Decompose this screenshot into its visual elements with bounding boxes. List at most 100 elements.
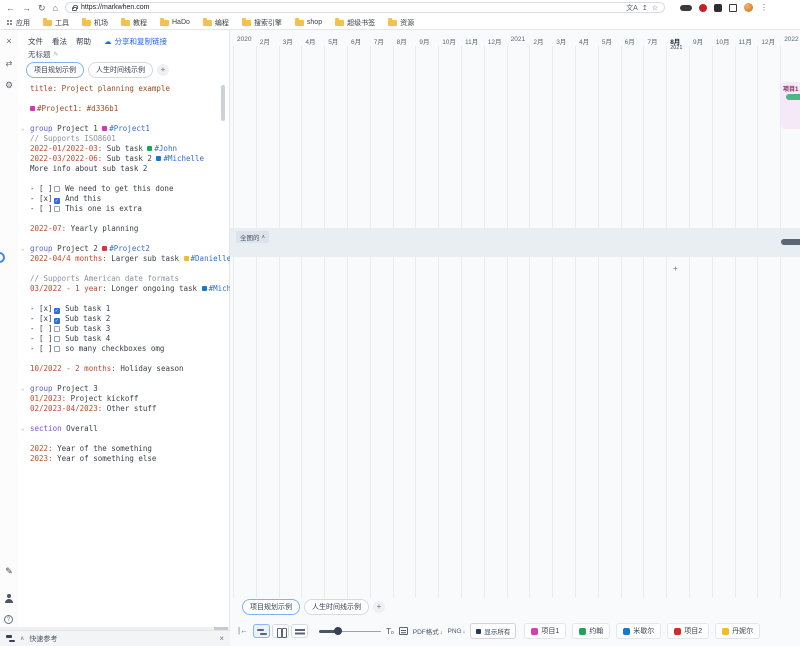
timeline-group-block[interactable]: 项目1 bbox=[781, 82, 800, 129]
bookmark-item[interactable]: shop bbox=[295, 19, 322, 26]
legend-chip[interactable]: 项目2 bbox=[667, 623, 709, 639]
pencil-icon[interactable]: ✎ bbox=[0, 566, 18, 577]
code-line[interactable] bbox=[30, 174, 219, 184]
url-text[interactable]: https://markwhen.com bbox=[81, 4, 622, 11]
back-icon[interactable]: ← bbox=[6, 3, 15, 13]
collapse-arrow-icon[interactable]: ⌄ bbox=[21, 124, 25, 134]
zoom-slider[interactable] bbox=[319, 624, 381, 638]
text-size-icon[interactable]: To bbox=[386, 627, 394, 636]
group-title-label[interactable]: 项目1 bbox=[783, 84, 798, 93]
view-columns-button[interactable] bbox=[272, 624, 289, 638]
bookmark-item[interactable]: 机场 bbox=[82, 18, 108, 28]
extension-icon-oval[interactable] bbox=[680, 5, 692, 11]
section-header-chip[interactable]: 全图的 ∧ bbox=[236, 231, 269, 243]
editor-vertical-scrollbar[interactable] bbox=[221, 85, 225, 121]
code-line[interactable]: 2022-04/4 months: Larger sub task #Danie… bbox=[30, 254, 219, 264]
code-line[interactable]: - [ ] We need to get this done bbox=[30, 184, 219, 194]
slider-thumb[interactable] bbox=[334, 627, 342, 635]
add-doc-tab-button[interactable]: + bbox=[157, 64, 169, 76]
code-line[interactable]: - [ ] Sub task 4 bbox=[30, 334, 219, 344]
image-export-icon[interactable] bbox=[399, 627, 408, 635]
checkbox-unchecked[interactable] bbox=[54, 336, 60, 342]
code-line[interactable]: - [ ] so many checkboxes omg bbox=[30, 344, 219, 354]
code-line[interactable]: ⌄group Project 2 #Project2 bbox=[30, 244, 219, 254]
legend-chip[interactable]: 项目1 bbox=[524, 623, 566, 639]
show-all-button[interactable]: 显示所有 bbox=[470, 623, 516, 639]
floating-help-bubble-icon[interactable] bbox=[0, 252, 5, 263]
share-page-icon[interactable]: ↥ bbox=[642, 4, 648, 12]
code-line[interactable] bbox=[30, 294, 219, 304]
code-line[interactable]: - [ ] Sub task 3 bbox=[30, 324, 219, 334]
legend-chip[interactable]: 约翰 bbox=[572, 623, 610, 639]
extension-icon-dark[interactable] bbox=[714, 4, 722, 12]
code-line[interactable] bbox=[30, 264, 219, 274]
menu-help[interactable]: 帮助 bbox=[76, 36, 91, 47]
code-line[interactable]: 10/2022 - 2 months: Holiday season bbox=[30, 364, 219, 374]
timeline-tab-project-planning[interactable]: 项目规划示例 bbox=[242, 599, 300, 615]
checkbox-unchecked[interactable] bbox=[54, 186, 60, 192]
bookmark-item[interactable]: 工具 bbox=[43, 18, 69, 28]
code-line[interactable]: // Supports ISO8601 bbox=[30, 134, 219, 144]
code-line[interactable]: title: Project planning example bbox=[30, 84, 219, 94]
code-line[interactable] bbox=[30, 414, 219, 424]
view-list-button[interactable] bbox=[291, 624, 308, 638]
event-bar-green[interactable] bbox=[786, 94, 800, 100]
event-bar-gray[interactable] bbox=[781, 239, 800, 245]
timeline-tab-life-timeline[interactable]: 人生时间线示例 bbox=[304, 599, 369, 615]
code-line[interactable]: ⌄group Project 3 bbox=[30, 384, 219, 394]
forward-icon[interactable]: → bbox=[22, 3, 31, 13]
menu-file[interactable]: 文件 bbox=[28, 36, 43, 47]
collapse-arrow-icon[interactable]: ⌄ bbox=[21, 384, 25, 394]
person-icon[interactable] bbox=[4, 594, 14, 603]
home-icon[interactable]: ⌂ bbox=[53, 3, 58, 13]
swap-arrows-icon[interactable]: ⇄ bbox=[0, 59, 18, 68]
collapse-arrow-icon[interactable]: ⌄ bbox=[21, 424, 25, 434]
code-line[interactable]: 2022-03/2022-06: Sub task 2 #Michelle bbox=[30, 154, 219, 164]
timeline-panel[interactable]: 20202月3月4月5月6月7月8月9月10月11月12月20212月3月4月5… bbox=[230, 30, 800, 646]
code-line[interactable]: - [x]✓ And this bbox=[30, 194, 219, 204]
code-line[interactable] bbox=[30, 114, 219, 124]
timeline-add-tab-button[interactable]: + bbox=[373, 601, 385, 613]
bookmark-apps[interactable]: 应用 bbox=[6, 18, 30, 28]
bookmark-item[interactable]: 教程 bbox=[121, 18, 147, 28]
collapse-left-icon[interactable]: |← bbox=[238, 626, 248, 636]
view-gantt-button[interactable] bbox=[253, 624, 270, 638]
legend-chip[interactable]: 丹妮尔 bbox=[715, 623, 760, 639]
bookmark-item[interactable]: 资源 bbox=[388, 18, 414, 28]
extension-icon-red[interactable] bbox=[699, 4, 707, 12]
profile-avatar[interactable] bbox=[744, 3, 753, 12]
code-line[interactable]: ⌄section Overall bbox=[30, 424, 219, 434]
export-png-button[interactable]: PNG ↓ bbox=[448, 628, 466, 635]
code-line[interactable] bbox=[30, 94, 219, 104]
browser-menu-icon[interactable]: ⋮ bbox=[760, 3, 768, 12]
collapse-arrow-icon[interactable]: ⌄ bbox=[21, 244, 25, 254]
code-editor[interactable]: title: Project planning example #Project1… bbox=[30, 84, 219, 464]
code-line[interactable]: 2023: Year of something else bbox=[30, 454, 219, 464]
code-line[interactable]: 02/2023-04/2023: Other stuff bbox=[30, 404, 219, 414]
code-line[interactable]: 2022-07: Yearly planning bbox=[30, 224, 219, 234]
document-title[interactable]: 无标题 ✎ bbox=[28, 49, 59, 60]
checkbox-unchecked[interactable] bbox=[54, 326, 60, 332]
bookmark-star-icon[interactable]: ☆ bbox=[652, 4, 658, 12]
reload-icon[interactable]: ↻ bbox=[38, 3, 46, 13]
code-line[interactable]: - [ ] This one is extra bbox=[30, 204, 219, 214]
bookmark-item[interactable]: 搜索引擎 bbox=[242, 18, 282, 28]
code-line[interactable]: 01/2023: Project kickoff bbox=[30, 394, 219, 404]
code-line[interactable]: ⌄group Project 1 #Project1 bbox=[30, 124, 219, 134]
bookmark-item[interactable]: HaDo bbox=[160, 19, 190, 26]
code-line[interactable]: #Project1: #d336b1 bbox=[30, 104, 219, 114]
code-line[interactable]: // Supports American date formats bbox=[30, 274, 219, 284]
close-quickref-icon[interactable]: × bbox=[219, 634, 224, 643]
legend-chip[interactable]: 米歇尔 bbox=[616, 623, 661, 639]
doc-tab-project-planning[interactable]: 项目规划示例 bbox=[26, 62, 84, 78]
gear-icon[interactable]: ⚙ bbox=[0, 80, 18, 91]
code-line[interactable]: - [x]✓ Sub task 1 bbox=[30, 304, 219, 314]
edit-title-icon[interactable]: ✎ bbox=[54, 51, 59, 58]
export-pdf-button[interactable]: PDF格式 ↓ bbox=[413, 626, 443, 636]
code-line[interactable]: More info about sub task 2 bbox=[30, 164, 219, 174]
checkbox-unchecked[interactable] bbox=[54, 206, 60, 212]
code-line[interactable] bbox=[30, 434, 219, 444]
question-icon[interactable]: ? bbox=[4, 615, 13, 624]
extension-icon-frame[interactable] bbox=[729, 4, 737, 12]
close-panel-icon[interactable]: × bbox=[0, 36, 18, 46]
